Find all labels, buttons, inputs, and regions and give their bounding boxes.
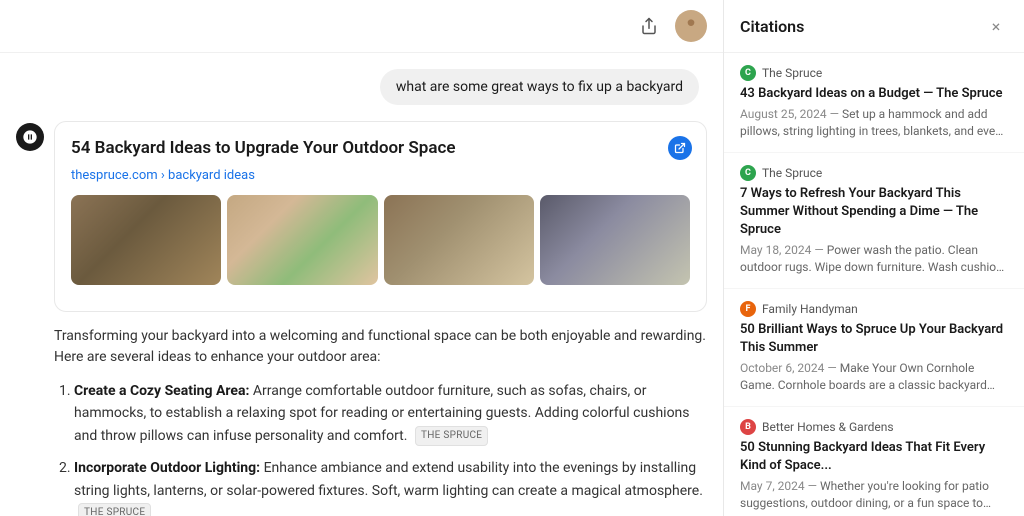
citation-item-3[interactable]: F Family Handyman 50 Brilliant Ways to S… (724, 289, 1024, 407)
result-list: Create a Cozy Seating Area: Arrange comf… (54, 380, 707, 516)
user-message-container: what are some great ways to fix up a bac… (0, 53, 723, 113)
citation-source-name-2: The Spruce (762, 166, 822, 180)
ai-avatar (16, 123, 44, 151)
citation-source-row-2: C The Spruce (740, 165, 1008, 181)
citation-snippet-4: May 7, 2024 — Whether you're looking for… (740, 478, 1008, 512)
external-link-icon[interactable] (668, 136, 692, 160)
citations-header: Citations × (724, 0, 1024, 53)
result-image-3 (384, 195, 534, 285)
source-path: backyard ideas (168, 168, 255, 183)
ai-content: 54 Backyard Ideas to Upgrade Your Outdoo… (54, 121, 707, 516)
close-icon: × (992, 17, 1001, 36)
citation-item-1[interactable]: C The Spruce 43 Backyard Ideas on a Budg… (724, 53, 1024, 153)
list-item-2-source: THE SPRUCE (78, 503, 151, 516)
citation-snippet-2: May 18, 2024 — Power wash the patio. Cle… (740, 242, 1008, 276)
result-images (71, 195, 690, 285)
citation-icon-2: C (740, 165, 756, 181)
citation-title-2: 7 Ways to Refresh Your Backyard This Sum… (740, 185, 1008, 240)
citation-source-name-1: The Spruce (762, 66, 822, 80)
main-chat-area: what are some great ways to fix up a bac… (0, 0, 723, 516)
citations-list: C The Spruce 43 Backyard Ideas on a Budg… (724, 53, 1024, 516)
result-image-2 (227, 195, 377, 285)
citation-source-row-1: C The Spruce (740, 65, 1008, 81)
user-avatar[interactable] (675, 10, 707, 42)
citation-title-1: 43 Backyard Ideas on a Budget — The Spru… (740, 85, 1008, 103)
result-source[interactable]: thespruce.com › backyard ideas (71, 166, 690, 186)
list-item-2: Incorporate Outdoor Lighting: Enhance am… (74, 457, 707, 516)
citation-source-row-3: F Family Handyman (740, 301, 1008, 317)
citation-source-name-3: Family Handyman (762, 302, 858, 316)
citations-panel: Citations × C The Spruce 43 Backyard Ide… (724, 0, 1024, 516)
result-image-1 (71, 195, 221, 285)
list-item-1: Create a Cozy Seating Area: Arrange comf… (74, 380, 707, 447)
close-button[interactable]: × (984, 14, 1008, 38)
citation-icon-4: B (740, 419, 756, 435)
share-button[interactable] (633, 10, 665, 42)
citation-item-4[interactable]: B Better Homes & Gardens 50 Stunning Bac… (724, 407, 1024, 516)
result-title: 54 Backyard Ideas to Upgrade Your Outdoo… (71, 136, 690, 162)
ai-response-container: 54 Backyard Ideas to Upgrade Your Outdoo… (0, 113, 723, 516)
citation-title-4: 50 Stunning Backyard Ideas That Fit Ever… (740, 439, 1008, 475)
result-card: 54 Backyard Ideas to Upgrade Your Outdoo… (54, 121, 707, 312)
citations-title: Citations (740, 17, 804, 36)
citation-snippet-1: August 25, 2024 — Set up a hammock and a… (740, 106, 1008, 140)
list-item-1-label: Create a Cozy Seating Area: (74, 383, 249, 399)
citation-source-row-4: B Better Homes & Gardens (740, 419, 1008, 435)
result-description: Transforming your backyard into a welcom… (54, 326, 707, 368)
source-domain: thespruce.com (71, 168, 158, 183)
user-message: what are some great ways to fix up a bac… (380, 69, 699, 105)
citation-item-2[interactable]: C The Spruce 7 Ways to Refresh Your Back… (724, 153, 1024, 289)
citation-snippet-3: October 6, 2024 — Make Your Own Cornhole… (740, 360, 1008, 394)
list-item-1-source: THE SPRUCE (415, 426, 488, 446)
citation-source-name-4: Better Homes & Gardens (762, 420, 894, 434)
result-image-4 (540, 195, 690, 285)
source-separator: › (161, 168, 168, 183)
citation-icon-1: C (740, 65, 756, 81)
citation-title-3: 50 Brilliant Ways to Spruce Up Your Back… (740, 321, 1008, 357)
citation-icon-3: F (740, 301, 756, 317)
list-item-2-label: Incorporate Outdoor Lighting: (74, 460, 260, 476)
top-bar (0, 0, 723, 53)
